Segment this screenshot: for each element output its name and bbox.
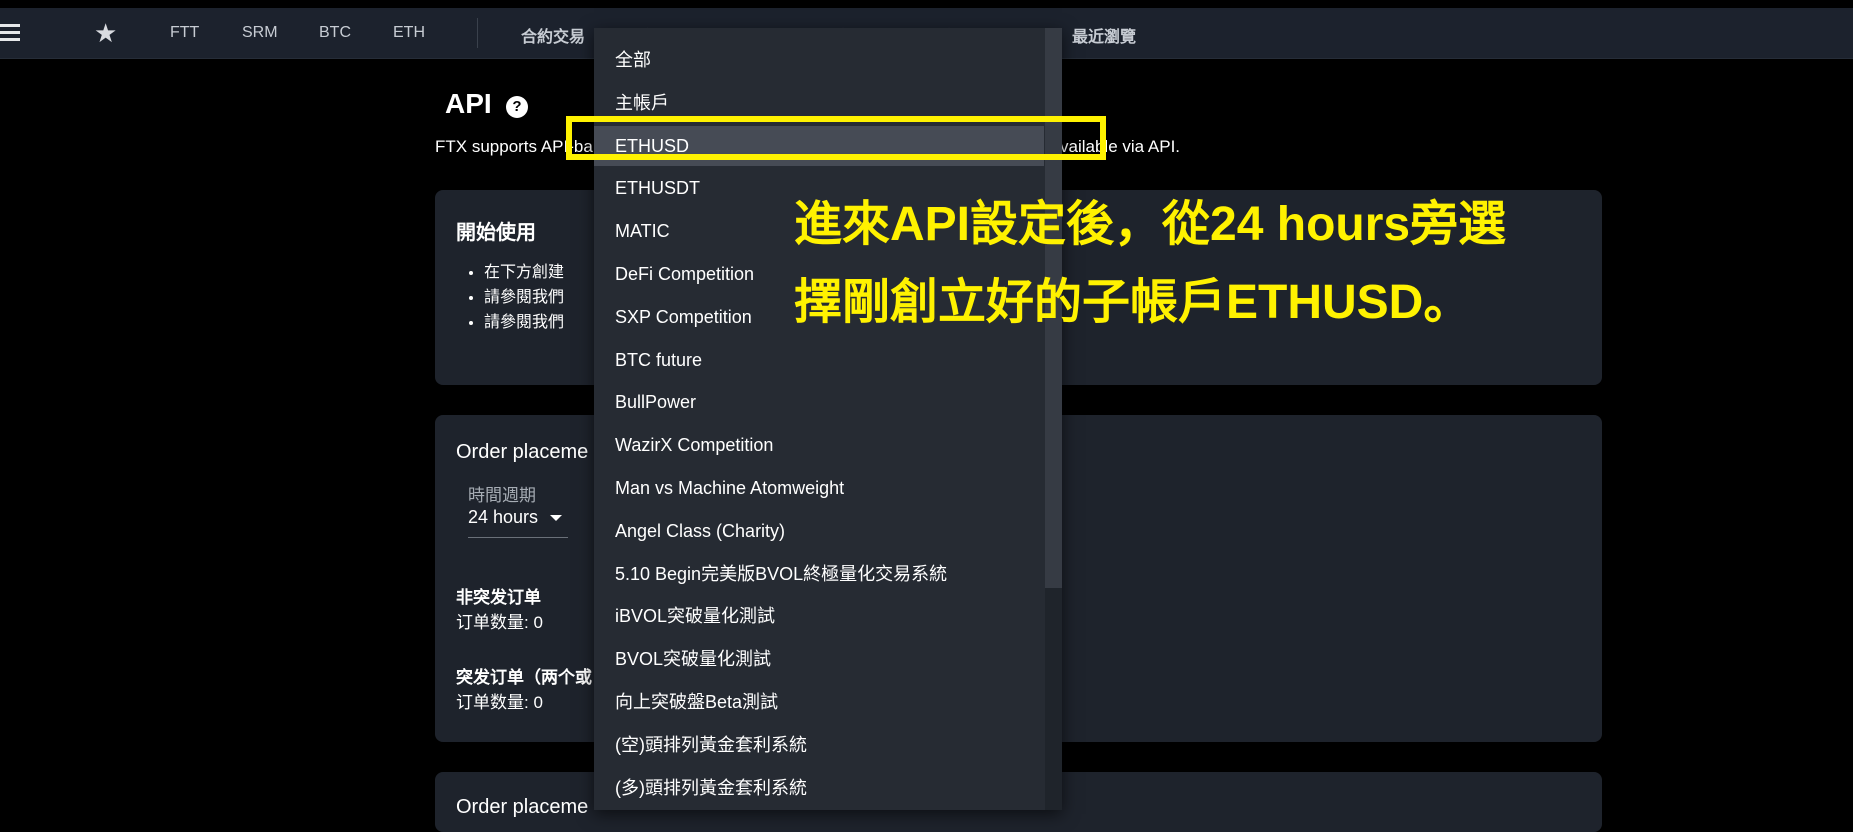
dropdown-item[interactable]: 全部 <box>594 40 1044 80</box>
period-value: 24 hours <box>468 507 539 527</box>
getting-started-list: 在下方創建 請參閱我們 請參閱我們 <box>484 260 564 335</box>
dropdown-item[interactable]: Angel Class (Charity) <box>594 511 1044 551</box>
dropdown-item[interactable]: BVOL突破量化測試 <box>594 639 1044 679</box>
dropdown-item[interactable]: 向上突破盤Beta測試 <box>594 682 1044 722</box>
dropdown-item[interactable]: BullPower <box>594 382 1044 422</box>
dropdown-item[interactable]: (空)頭排列黃金套利系統 <box>594 725 1044 765</box>
dropdown-item[interactable]: WazirX Competition <box>594 425 1044 465</box>
list-item: 請參閱我們 <box>484 285 564 310</box>
hamburger-menu-icon[interactable] <box>0 24 20 42</box>
order-placement-2-title: Order placeme <box>456 796 589 818</box>
dropdown-item[interactable]: (多)頭排列黃金套利系統 <box>594 768 1044 808</box>
ticker-btc[interactable]: BTC <box>319 24 351 42</box>
dropdown-item[interactable]: Man vs Machine Atomweight <box>594 468 1044 508</box>
dropdown-item[interactable]: BTC future <box>594 340 1044 380</box>
annotation-text: 進來API設定後，從24 hours旁選 擇剛創立好的子帳戶ETHUSD。 <box>794 186 1594 342</box>
burst-heading: 突发订单（两个或 <box>456 668 592 687</box>
list-item: 請參閱我們 <box>484 310 564 335</box>
getting-started-title: 開始使用 <box>456 222 536 244</box>
period-select[interactable]: 24 hours <box>468 507 568 538</box>
ticker-eth[interactable]: ETH <box>393 24 425 42</box>
order-placement-title: Order placeme <box>456 441 589 463</box>
caret-down-icon <box>550 515 562 521</box>
annotation-line-2: 擇剛創立好的子帳戶ETHUSD。 <box>794 276 1472 329</box>
help-question-icon[interactable]: ? <box>506 96 528 118</box>
burst-count: 订单数量: 0 <box>456 693 543 712</box>
dropdown-item[interactable]: 5.10 Begin完美版BVOL終極量化交易系統 <box>594 554 1044 594</box>
list-item: 在下方創建 <box>484 260 564 285</box>
non-burst-count: 订单数量: 0 <box>456 613 543 632</box>
non-burst-heading: 非突发订单 <box>456 588 541 607</box>
page-title: API <box>445 88 492 119</box>
star-favorites-icon[interactable]: ★ <box>94 18 117 48</box>
period-label: 時間週期 <box>468 486 536 505</box>
highlight-box <box>566 116 1106 160</box>
dropdown-item[interactable]: iBVOL突破量化測試 <box>594 596 1044 636</box>
nav-futures[interactable]: 合約交易 <box>521 23 585 47</box>
window-top-strip <box>0 0 1853 8</box>
nav-divider <box>477 18 478 48</box>
annotation-line-1: 進來API設定後，從24 hours旁選 <box>794 198 1507 251</box>
nav-recently-viewed[interactable]: 最近瀏覽 <box>1072 23 1136 47</box>
ticker-ftt[interactable]: FTT <box>170 24 199 42</box>
ticker-srm[interactable]: SRM <box>242 24 278 42</box>
